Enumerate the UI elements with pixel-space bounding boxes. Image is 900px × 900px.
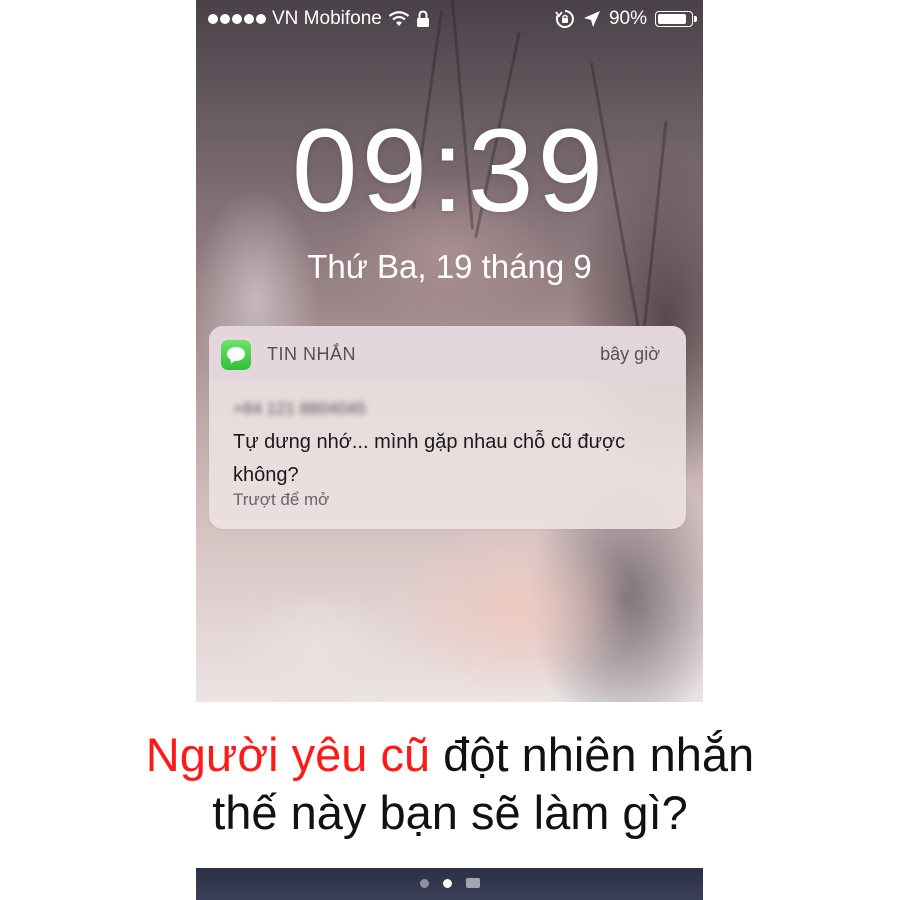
- phone-lock-screen[interactable]: VN Mobifone 90% 09:39 Thứ Ba, 19 tháng 9…: [196, 0, 703, 702]
- page-indicator: [196, 878, 703, 888]
- notification-message: Tự dưng nhớ... mình gặp nhau chỗ cũ được…: [233, 431, 626, 486]
- image-canvas: VN Mobifone 90% 09:39 Thứ Ba, 19 tháng 9…: [0, 0, 900, 900]
- notification-sender: +84 121 8804045: [233, 399, 366, 418]
- message-notification[interactable]: TIN NHẮN bây giờ +84 121 8804045 Tự dưng…: [209, 326, 686, 529]
- lock-screen-bottom: [196, 868, 703, 900]
- carrier-name: VN Mobifone: [272, 8, 382, 29]
- image-caption: Người yêu cũ đột nhiên nhắn thế này bạn …: [0, 726, 900, 842]
- status-bar: VN Mobifone 90%: [196, 6, 703, 34]
- rotation-lock-icon: [555, 10, 574, 28]
- caption-line2: thế này bạn sẽ làm gì?: [212, 786, 688, 839]
- caption-line1-rest: đột nhiên nhắn: [430, 728, 755, 781]
- location-arrow-icon: [583, 11, 600, 27]
- battery-percentage: 90%: [608, 8, 647, 29]
- battery-level-fill: [658, 14, 686, 24]
- lock-screen-date: Thứ Ba, 19 tháng 9: [307, 248, 592, 285]
- lock-icon: [416, 10, 429, 27]
- notification-header: TIN NHẮN bây giờ: [209, 326, 686, 382]
- wifi-icon: [388, 11, 410, 26]
- caption-highlight: Người yêu cũ: [145, 728, 431, 781]
- battery-icon: [655, 11, 697, 27]
- notification-app-name: TIN NHẮN: [267, 344, 356, 364]
- camera-icon[interactable]: [465, 878, 480, 888]
- signal-strength-icon: [208, 14, 266, 24]
- page-dot[interactable]: [419, 878, 429, 888]
- page-dot-active[interactable]: [442, 878, 452, 888]
- messages-icon: [221, 340, 251, 370]
- lock-screen-time: 09:39: [291, 105, 608, 237]
- slide-to-open-hint: Trượt để mở: [233, 490, 330, 509]
- notification-time: bây giờ: [600, 344, 660, 364]
